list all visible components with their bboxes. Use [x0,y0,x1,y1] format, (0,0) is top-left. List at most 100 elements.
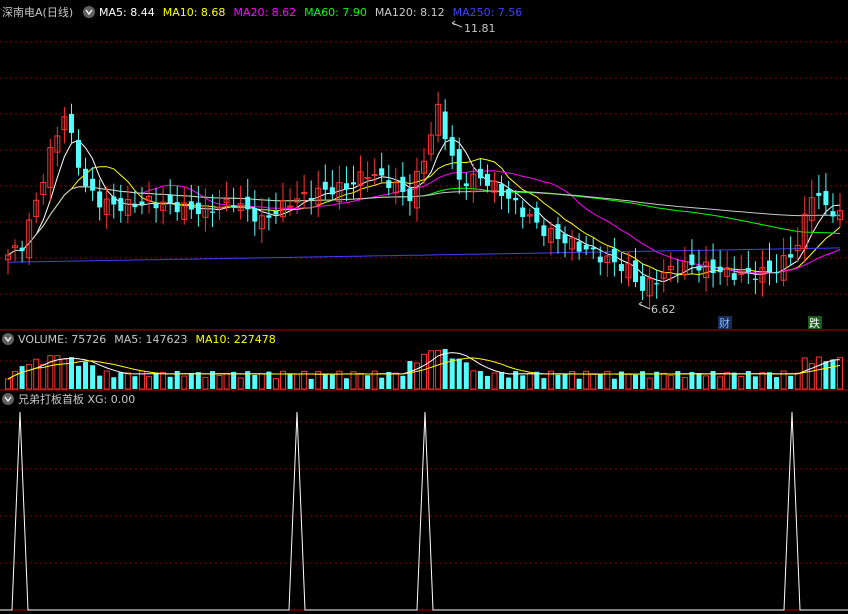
candle-body [689,254,695,265]
candle-body [640,276,646,291]
volume-bar [103,370,110,390]
candle-body [534,207,540,223]
volume-bar [343,378,349,389]
candle-body [322,181,328,190]
volume-bar [153,372,159,389]
volume-bar [801,357,808,390]
candle-body [195,202,201,214]
candle-body [111,196,117,205]
volume-bar [407,361,413,389]
volume-bar [76,365,82,389]
candlesticks [5,91,843,309]
dropdown-icon[interactable] [83,6,95,18]
candle-body [118,198,124,212]
candle-body [597,256,603,263]
candle-body [301,192,308,195]
volume-bar [562,373,568,389]
volume-bar [759,372,766,390]
volume-bar [534,371,540,389]
candle-body [216,206,223,209]
volume-bar [499,372,505,389]
candle-body [477,168,483,179]
candle-body [442,111,448,140]
volume-bar [33,358,40,390]
candle-body [329,187,335,195]
candle-body [541,225,547,236]
volume-bar [597,374,603,389]
candle-body [83,168,89,187]
volume-bar [681,377,688,390]
candle-body [231,205,237,208]
volume-bar [576,378,582,389]
candle-body [555,224,561,240]
volume-bar [526,372,533,390]
candle-body [400,176,406,192]
ma-legend-item: MA5: 8.44 [99,6,155,19]
candle-body [654,283,660,285]
volume-bar [823,361,829,389]
indicator-spikes [0,411,848,611]
stock-chart: 深南电A(日线) MA5: 8.44 MA10: 8.68 MA20: 8.62 MA… [0,5,848,611]
candle-body [266,215,272,218]
volume-bar [766,372,772,389]
volume-bar [830,359,836,389]
volume-bar [118,372,124,389]
volume-bar [132,376,138,389]
volume-bar [195,372,201,389]
ma-line [7,186,841,256]
candle-body [788,254,794,258]
volume-bar [329,374,335,389]
ma-legend-item: MA60: 7.90 [304,6,367,19]
volume-bar [837,357,843,390]
volume-bar [188,372,194,389]
volume-bar [752,376,758,389]
volume-bar [287,374,293,389]
volume-bar [633,374,639,389]
indicator-dropdown-icon[interactable] [2,393,14,405]
volume-bar [97,375,103,389]
candle-body [717,266,723,273]
candle-body [766,260,772,273]
volume-bar [660,372,667,390]
volume-legend-item: MA10: 227478 [195,333,275,346]
volume-bar [646,377,653,390]
volume-bar [111,377,117,389]
volume-bar [392,372,399,390]
volume-bar [272,378,279,390]
candle-body [731,273,737,280]
volume-bar [322,373,328,389]
candle-body [174,202,180,213]
candle-body [90,178,96,191]
volume-bar [365,375,371,389]
candle-body [830,211,836,217]
candle-body [520,207,526,218]
high-price-arrow [451,20,463,28]
volume-bar [68,357,74,389]
candle-body [463,183,469,187]
ma-legend-item: MA120: 8.12 [375,6,445,19]
candle-body [407,188,413,202]
volume-bar [83,361,89,389]
volume-bar [428,350,435,390]
ma-legend-item: MA10: 8.68 [163,6,226,19]
candle-body [576,241,582,252]
volume-bar [506,377,512,389]
volume-dropdown-icon[interactable] [2,333,14,345]
volume-bar [484,375,490,389]
candle-body [350,182,356,185]
candle-body [19,247,25,252]
volume-bar [26,364,33,390]
volume-legend-item: MA5: 147623 [114,333,187,346]
candle-body [675,273,681,275]
badge-cai-label: 财 [719,316,730,330]
candle-body [562,233,568,244]
volume-bar [738,375,745,390]
volume-bar [555,374,561,389]
candle-body [611,248,617,263]
candle-body [484,173,490,186]
volume-bar [611,378,617,389]
candle-body [449,137,455,156]
volume-bar [463,362,469,389]
candle-body [816,192,822,196]
volume-bar [794,372,801,390]
